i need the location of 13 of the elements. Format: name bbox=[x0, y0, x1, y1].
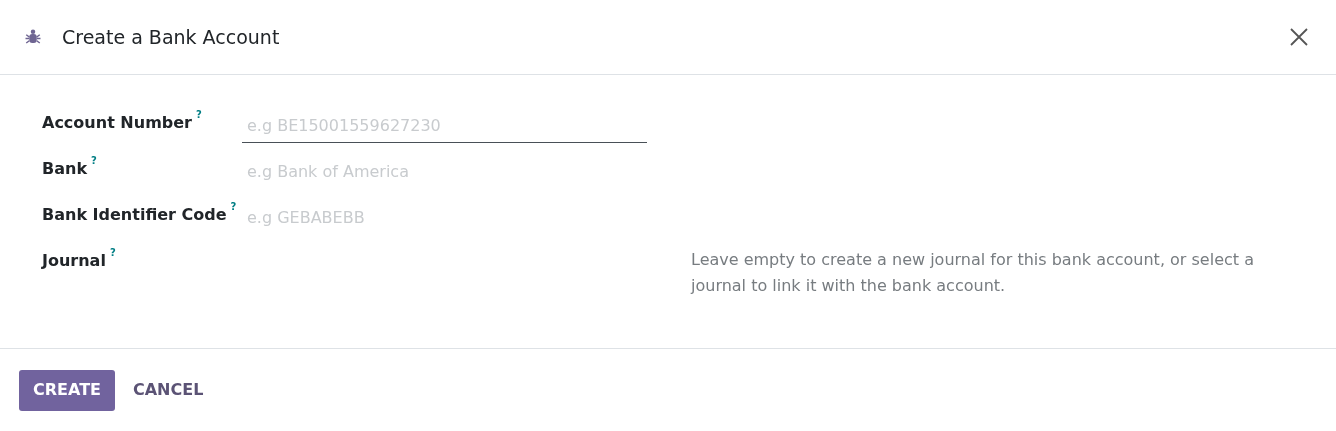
dialog-title: Create a Bank Account bbox=[62, 24, 280, 50]
help-tooltip-mark[interactable]: ? bbox=[230, 199, 237, 214]
help-tooltip-mark[interactable]: ? bbox=[109, 245, 116, 260]
help-tooltip-mark[interactable]: ? bbox=[91, 153, 97, 168]
field-label: Bank Identifier Code bbox=[42, 204, 227, 226]
help-text: Leave empty to create a new journal for this bank account, or select a journal to link it with the bank account. bbox=[691, 249, 1255, 297]
help-tooltip-mark[interactable]: ? bbox=[196, 107, 202, 122]
field-label: Bank bbox=[42, 158, 88, 180]
cancel-button[interactable]: CANCEL bbox=[119, 369, 218, 411]
field-label: Journal bbox=[42, 250, 106, 272]
bug-icon bbox=[24, 28, 42, 46]
field-label: Account Number bbox=[42, 112, 192, 134]
create-button[interactable]: CREATE bbox=[19, 369, 115, 411]
